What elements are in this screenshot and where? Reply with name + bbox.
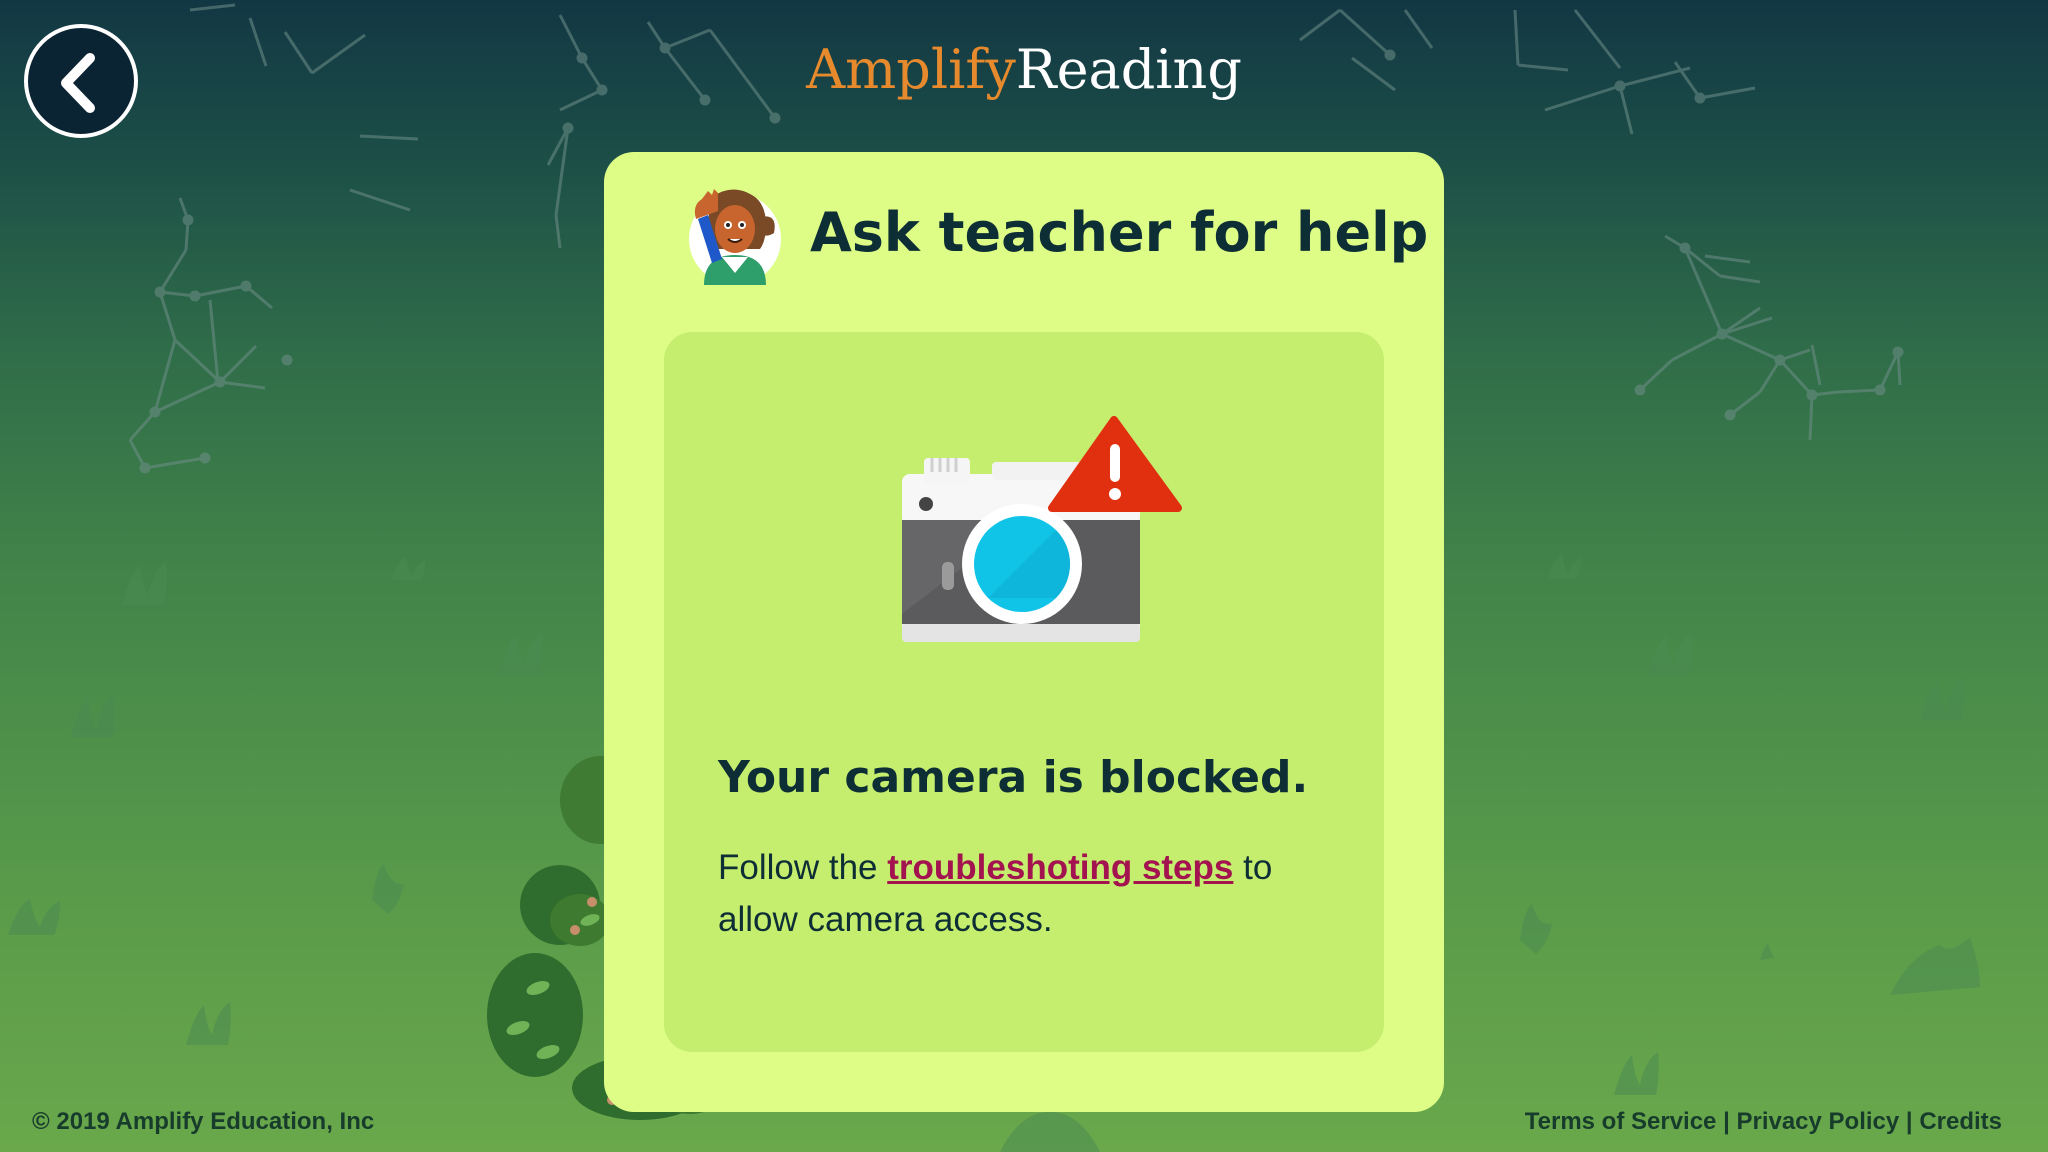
- footer-separator: |: [1899, 1108, 1920, 1135]
- body-prefix-text: Follow the: [718, 848, 888, 887]
- app-logo: AmplifyReading: [0, 38, 2048, 101]
- troubleshooting-link[interactable]: troubleshoting steps: [887, 848, 1233, 887]
- blocked-camera-icon: [902, 416, 1182, 642]
- logo-part-amplify: Amplify: [806, 38, 1016, 101]
- copyright-text: © 2019 Amplify Education, Inc: [32, 1108, 375, 1135]
- card-title: Ask teacher for help: [810, 200, 1429, 264]
- footer-separator: |: [1716, 1108, 1737, 1135]
- teacher-avatar-icon: [689, 189, 781, 285]
- message-body: Follow the troubleshoting steps to allow…: [718, 842, 1338, 946]
- message-heading: Your camera is blocked.: [718, 752, 1309, 803]
- card-header: Ask teacher for help: [682, 172, 1428, 292]
- privacy-policy-link[interactable]: Privacy Policy: [1736, 1108, 1899, 1135]
- credits-link[interactable]: Credits: [1919, 1108, 2002, 1135]
- logo-part-reading: Reading: [1015, 38, 1242, 101]
- terms-of-service-link[interactable]: Terms of Service: [1525, 1108, 1717, 1135]
- help-card: Ask teacher for help Your camera is bloc…: [604, 152, 1444, 1112]
- footer-links: Terms of Service | Privacy Policy | Cred…: [1525, 1108, 2002, 1136]
- message-panel: Your camera is blocked. Follow the troub…: [664, 332, 1384, 1052]
